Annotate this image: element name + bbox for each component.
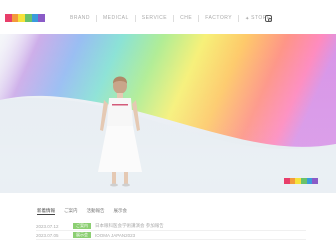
tab-activity[interactable]: 活動報告 xyxy=(87,208,105,215)
news-tag: ご案内 xyxy=(73,223,91,229)
news-title[interactable]: 日本眼科医会学術講演会 参加報告 xyxy=(95,223,164,229)
tab-exhibition[interactable]: 展示会 xyxy=(114,208,128,215)
site-header: BRAND MEDICAL SERVICE CHE FACTORY ✦ STOR… xyxy=(0,0,336,34)
brand-logo[interactable] xyxy=(5,14,46,22)
nav-che[interactable]: CHE xyxy=(174,15,200,22)
mark-stripe xyxy=(312,178,319,184)
main-nav: BRAND MEDICAL SERVICE CHE FACTORY ✦ STOR… xyxy=(64,15,277,22)
hero-image xyxy=(0,34,336,193)
bird-icon: ✦ xyxy=(245,15,250,22)
nav-brand[interactable]: BRAND xyxy=(64,15,98,22)
logo-stripe xyxy=(5,14,12,22)
nav-factory[interactable]: FACTORY xyxy=(199,15,240,22)
news-tag: 展示会 xyxy=(73,232,91,238)
brand-mark xyxy=(284,178,319,184)
news-date: 2023.07.05 xyxy=(36,232,59,238)
logo-stripe xyxy=(11,14,19,22)
instagram-icon[interactable] xyxy=(265,15,272,22)
list-item[interactable]: 2023.07.12 ご案内 日本眼科医会学術講演会 参加報告 xyxy=(36,222,306,231)
news-tabs: 新着情報 ご案内 活動報告 展示会 xyxy=(37,208,127,215)
logo-stripe xyxy=(31,14,39,22)
logo-stripe xyxy=(18,14,26,22)
tab-latest[interactable]: 新着情報 xyxy=(37,208,55,215)
logo-stripe xyxy=(38,14,46,22)
hero-illustration xyxy=(0,34,336,193)
news-date: 2023.07.12 xyxy=(36,223,59,229)
nav-service[interactable]: SERVICE xyxy=(136,15,175,22)
tab-info[interactable]: ご案内 xyxy=(64,208,78,215)
news-title[interactable]: IOOMA JAPAN2023 xyxy=(95,233,135,238)
news-list: 2023.07.12 ご案内 日本眼科医会学術講演会 参加報告 2023.07.… xyxy=(36,222,306,240)
list-item[interactable]: 2023.07.05 展示会 IOOMA JAPAN2023 xyxy=(36,231,306,240)
nav-medical[interactable]: MEDICAL xyxy=(97,15,136,22)
logo-stripe xyxy=(25,14,32,22)
